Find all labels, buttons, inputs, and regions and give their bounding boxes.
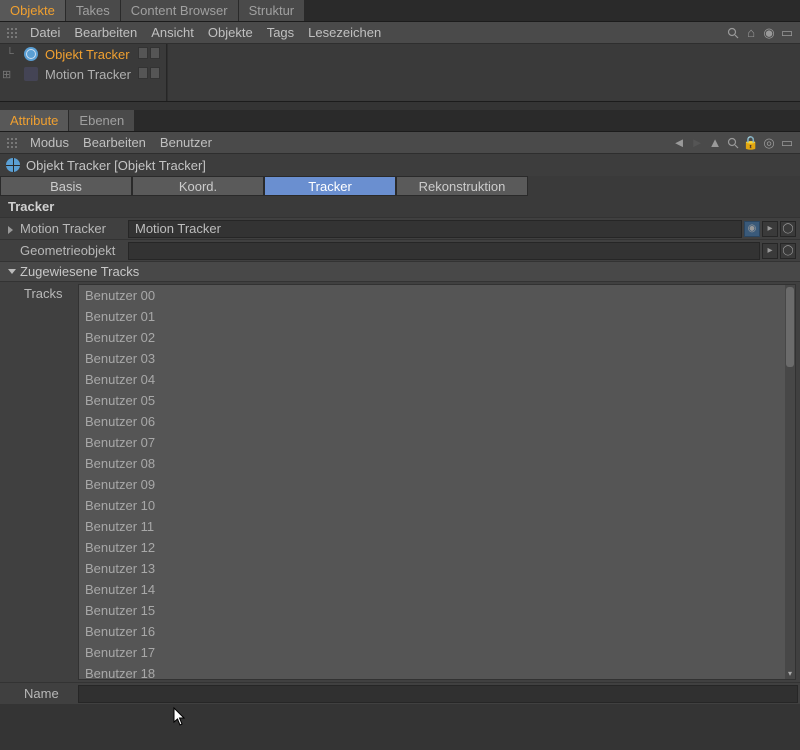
field-label-name: Name xyxy=(0,686,78,701)
eye-icon[interactable]: ◉ xyxy=(762,26,776,40)
subtab-koord[interactable]: Koord. xyxy=(132,176,264,196)
tab-objekte[interactable]: Objekte xyxy=(0,0,66,21)
lock-icon[interactable]: 🔒 xyxy=(744,136,758,150)
menu-bearbeiten[interactable]: Bearbeiten xyxy=(74,25,137,40)
motion-icon xyxy=(24,67,38,81)
restore-icon[interactable]: ▭ xyxy=(780,26,794,40)
picker-icon[interactable]: ◯ xyxy=(780,243,796,259)
tab-takes[interactable]: Takes xyxy=(66,0,121,21)
field-label-tracks: Tracks xyxy=(0,282,78,301)
menu-datei[interactable]: Datei xyxy=(30,25,60,40)
list-item[interactable]: Benutzer 11 xyxy=(79,516,795,537)
tree-label[interactable]: Objekt Tracker xyxy=(42,47,133,62)
geometrieobjekt-input[interactable] xyxy=(128,242,760,260)
scrollbar-thumb[interactable] xyxy=(786,287,794,367)
globe-icon xyxy=(24,47,38,61)
list-item[interactable]: Benutzer 17 xyxy=(79,642,795,663)
list-item[interactable]: Benutzer 10 xyxy=(79,495,795,516)
subtab-basis[interactable]: Basis xyxy=(0,176,132,196)
render-toggle[interactable] xyxy=(150,67,160,79)
field-motion-tracker: Motion Tracker Motion Tracker ◉ ▸ ◯ xyxy=(0,217,800,239)
menu-bearbeiten[interactable]: Bearbeiten xyxy=(83,135,146,150)
link-icon[interactable]: ◉ xyxy=(744,221,760,237)
list-item[interactable]: Benutzer 09 xyxy=(79,474,795,495)
field-label-geometrieobjekt: Geometrieobjekt xyxy=(0,243,128,258)
objects-tabbar: ObjekteTakesContent BrowserStruktur xyxy=(0,0,800,22)
cursor-icon xyxy=(173,707,187,727)
visibility-toggle[interactable] xyxy=(138,67,148,79)
globe-icon xyxy=(6,158,20,172)
back-icon[interactable]: ◄ xyxy=(672,136,686,150)
grip-icon[interactable] xyxy=(6,27,18,39)
list-item[interactable]: Benutzer 04 xyxy=(79,369,795,390)
arrow-right-icon[interactable]: ▸ xyxy=(762,221,778,237)
tracks-row: Tracks Benutzer 00Benutzer 01Benutzer 02… xyxy=(0,281,800,682)
tree-connector: └ xyxy=(6,48,20,60)
collapse-zugewiesene-tracks[interactable]: Zugewiesene Tracks xyxy=(0,261,800,281)
list-item[interactable]: Benutzer 12 xyxy=(79,537,795,558)
collapse-label: Zugewiesene Tracks xyxy=(20,264,139,279)
arrow-right-icon[interactable]: ▸ xyxy=(762,243,778,259)
list-item[interactable]: Benutzer 16 xyxy=(79,621,795,642)
attribute-subtabs: BasisKoord.TrackerRekonstruktion xyxy=(0,176,800,196)
field-name: Name xyxy=(0,682,800,704)
section-tracker: Tracker xyxy=(0,196,800,217)
attribute-menubar: Modus Bearbeiten Benutzer ◄ ► ▲ 🔒 ◎ ▭ xyxy=(0,132,800,154)
list-item[interactable]: Benutzer 06 xyxy=(79,411,795,432)
list-item[interactable]: Benutzer 03 xyxy=(79,348,795,369)
field-label-motion-tracker: Motion Tracker xyxy=(0,221,128,236)
list-item[interactable]: Benutzer 02 xyxy=(79,327,795,348)
list-item[interactable]: Benutzer 14 xyxy=(79,579,795,600)
search-icon[interactable] xyxy=(726,136,740,150)
motion-tracker-input[interactable]: Motion Tracker xyxy=(128,220,742,238)
tree-label[interactable]: Motion Tracker xyxy=(42,67,134,82)
list-item[interactable]: Benutzer 08 xyxy=(79,453,795,474)
subtab-tracker[interactable]: Tracker xyxy=(264,176,396,196)
object-tree: └ Objekt Tracker ⊞ Motion Tracker xyxy=(0,44,800,102)
tree-separator[interactable] xyxy=(166,44,168,101)
up-icon[interactable]: ▲ xyxy=(708,136,722,150)
scrollbar[interactable]: ▾ xyxy=(785,285,795,679)
tab-struktur[interactable]: Struktur xyxy=(239,0,306,21)
tab-content-browser[interactable]: Content Browser xyxy=(121,0,239,21)
tree-row-motion-tracker[interactable]: ⊞ Motion Tracker xyxy=(0,64,800,84)
attribute-tabbar: AttributeEbenen xyxy=(0,110,800,132)
attribute-title: Objekt Tracker [Objekt Tracker] xyxy=(26,158,206,173)
list-item[interactable]: Benutzer 07 xyxy=(79,432,795,453)
tab-attribute[interactable]: Attribute xyxy=(0,110,69,131)
visibility-toggle[interactable] xyxy=(138,47,148,59)
restore-icon[interactable]: ▭ xyxy=(780,136,794,150)
target-icon[interactable]: ◎ xyxy=(762,136,776,150)
menu-benutzer[interactable]: Benutzer xyxy=(160,135,212,150)
list-item[interactable]: Benutzer 15 xyxy=(79,600,795,621)
list-item[interactable]: Benutzer 13 xyxy=(79,558,795,579)
tab-ebenen[interactable]: Ebenen xyxy=(69,110,135,131)
scroll-down-icon[interactable]: ▾ xyxy=(785,669,795,679)
objects-menubar: Datei Bearbeiten Ansicht Objekte Tags Lesezei… xyxy=(0,22,800,44)
forward-icon[interactable]: ► xyxy=(690,136,704,150)
home-icon[interactable]: ⌂ xyxy=(744,26,758,40)
grip-icon[interactable] xyxy=(6,137,18,149)
subtab-rekonstruktion[interactable]: Rekonstruktion xyxy=(396,176,528,196)
render-toggle[interactable] xyxy=(150,47,160,59)
field-geometrieobjekt: Geometrieobjekt ▸ ◯ xyxy=(0,239,800,261)
menu-ansicht[interactable]: Ansicht xyxy=(151,25,194,40)
list-item[interactable]: Benutzer 01 xyxy=(79,306,795,327)
attribute-object-header: Objekt Tracker [Objekt Tracker] xyxy=(0,154,800,176)
menu-lesezeichen[interactable]: Lesezeichen xyxy=(308,25,381,40)
tracks-list[interactable]: Benutzer 00Benutzer 01Benutzer 02Benutze… xyxy=(78,284,796,680)
menu-objekte[interactable]: Objekte xyxy=(208,25,253,40)
search-icon[interactable] xyxy=(726,26,740,40)
tree-row-objekt-tracker[interactable]: └ Objekt Tracker xyxy=(0,44,800,64)
list-item[interactable]: Benutzer 05 xyxy=(79,390,795,411)
list-item[interactable]: Benutzer 18 xyxy=(79,663,795,680)
menu-tags[interactable]: Tags xyxy=(267,25,294,40)
picker-icon[interactable]: ◯ xyxy=(780,221,796,237)
tree-expand-icon[interactable]: ⊞ xyxy=(2,68,20,81)
menu-modus[interactable]: Modus xyxy=(30,135,69,150)
list-item[interactable]: Benutzer 00 xyxy=(79,285,795,306)
name-input[interactable] xyxy=(78,685,798,703)
